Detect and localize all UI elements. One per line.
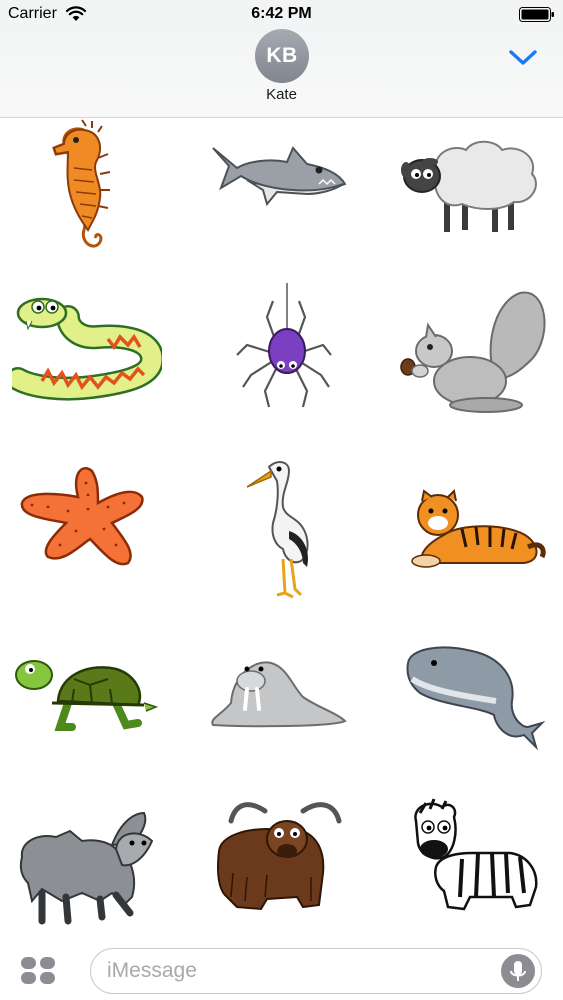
starfish-icon [20, 467, 144, 566]
message-field[interactable] [90, 948, 542, 994]
chevron-down-icon[interactable] [505, 44, 541, 70]
app-drawer-icon[interactable] [20, 956, 58, 986]
sticker-stork[interactable] [207, 453, 357, 603]
seahorse-icon [52, 119, 111, 248]
conversation-header: Carrier 6:42 PM KB Kate [0, 0, 563, 118]
status-bar: Carrier 6:42 PM [0, 0, 563, 28]
sticker-whale[interactable] [400, 623, 550, 773]
contact-name[interactable]: Kate [0, 86, 563, 103]
contact-avatar[interactable]: KB [255, 29, 309, 83]
sticker-zebra[interactable] [400, 793, 550, 940]
sticker-wolf[interactable] [12, 793, 162, 940]
microphone-icon [510, 961, 526, 981]
yak-icon [217, 802, 342, 911]
sticker-yak[interactable] [207, 793, 357, 940]
sticker-spider[interactable] [207, 283, 357, 433]
sticker-starfish[interactable] [12, 453, 162, 603]
microphone-button[interactable] [501, 954, 535, 988]
sticker-squirrel[interactable] [400, 283, 550, 433]
battery-icon [519, 7, 554, 22]
sheep-icon [401, 140, 537, 232]
message-input[interactable] [107, 949, 487, 992]
snake-icon [12, 297, 162, 401]
sticker-seahorse[interactable] [12, 118, 162, 268]
sticker-walrus[interactable] [207, 623, 357, 773]
sticker-turtle[interactable] [12, 623, 162, 773]
sticker-sheep[interactable] [400, 118, 550, 268]
sticker-snake[interactable] [12, 283, 162, 433]
wolf-icon [19, 811, 154, 925]
sticker-tiger[interactable] [400, 453, 550, 603]
clock: 6:42 PM [251, 5, 312, 22]
zebra-icon [414, 798, 538, 911]
turtle-icon [15, 660, 159, 731]
spider-icon [236, 283, 332, 408]
shark-icon [212, 146, 347, 207]
tiger-icon [411, 488, 546, 568]
sticker-grid [0, 118, 563, 940]
whale-icon [406, 646, 546, 751]
sticker-shark[interactable] [207, 118, 357, 268]
squirrel-icon [400, 291, 546, 413]
stork-icon [246, 461, 309, 599]
walrus-icon [211, 661, 347, 728]
